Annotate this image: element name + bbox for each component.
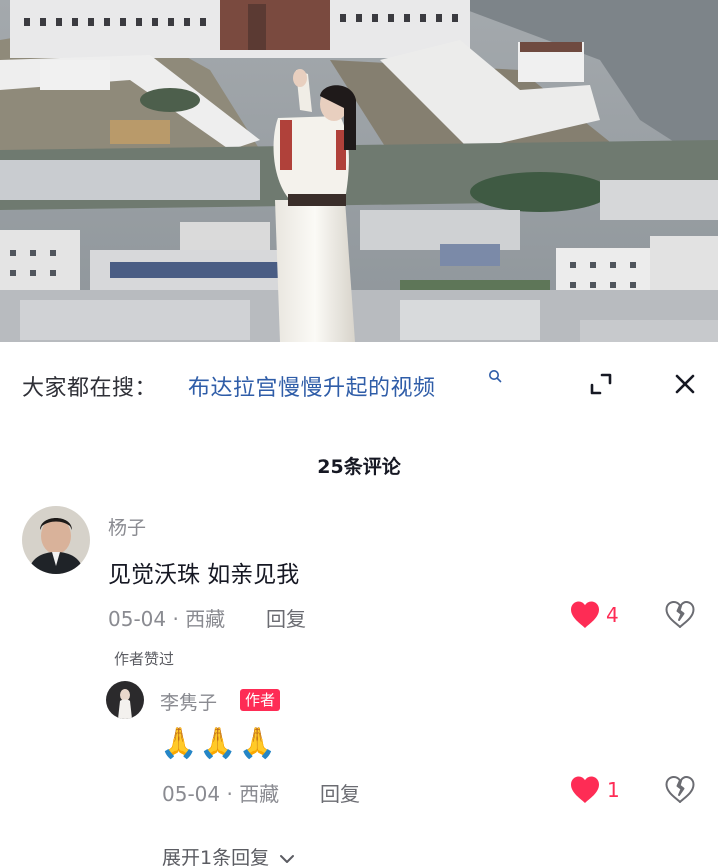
search-prefix-label: 大家都在搜：	[22, 376, 158, 401]
expand-replies-button[interactable]: 展开1条回复	[162, 843, 295, 866]
reply-avatar[interactable]	[106, 681, 144, 719]
search-suggestion-link[interactable]: 布达拉宫慢慢升起的视频	[188, 370, 436, 402]
comments-count-title: 25条评论	[317, 456, 401, 478]
expand-button[interactable]	[584, 367, 618, 401]
user-avatar-image	[22, 506, 90, 574]
broken-heart-icon[interactable]	[664, 600, 696, 629]
reply-username[interactable]: 李隽子	[160, 688, 217, 715]
video-player[interactable]	[0, 0, 718, 342]
reply-like-count: 1	[607, 778, 620, 802]
comment-username[interactable]: 杨子	[108, 513, 146, 540]
comment-date-location: 05-04 · 西藏	[108, 607, 226, 631]
video-frame-image	[0, 0, 718, 342]
heart-icon[interactable]	[569, 775, 601, 804]
author-badge: 作者	[240, 689, 281, 711]
chevron-down-icon	[280, 854, 295, 863]
reply-reply-button[interactable]: 回复	[320, 778, 360, 807]
like-count: 4	[606, 603, 619, 627]
reply-text: 🙏🙏🙏	[160, 726, 279, 761]
close-icon	[675, 374, 695, 394]
expand-replies-label: 展开1条回复	[162, 847, 270, 866]
reply-button[interactable]: 回复	[266, 603, 306, 632]
search-icon	[489, 370, 502, 383]
expand-icon	[590, 373, 612, 395]
heart-icon[interactable]	[569, 600, 601, 629]
author-liked-label: 作者赞过	[114, 648, 175, 669]
avatar[interactable]	[22, 506, 90, 574]
comment-text: 见觉沃珠 如亲见我	[108, 562, 300, 588]
reply-date-location: 05-04 · 西藏	[162, 782, 280, 806]
close-button[interactable]	[668, 367, 702, 401]
broken-heart-icon[interactable]	[664, 775, 696, 804]
reply-avatar-image	[106, 681, 144, 719]
